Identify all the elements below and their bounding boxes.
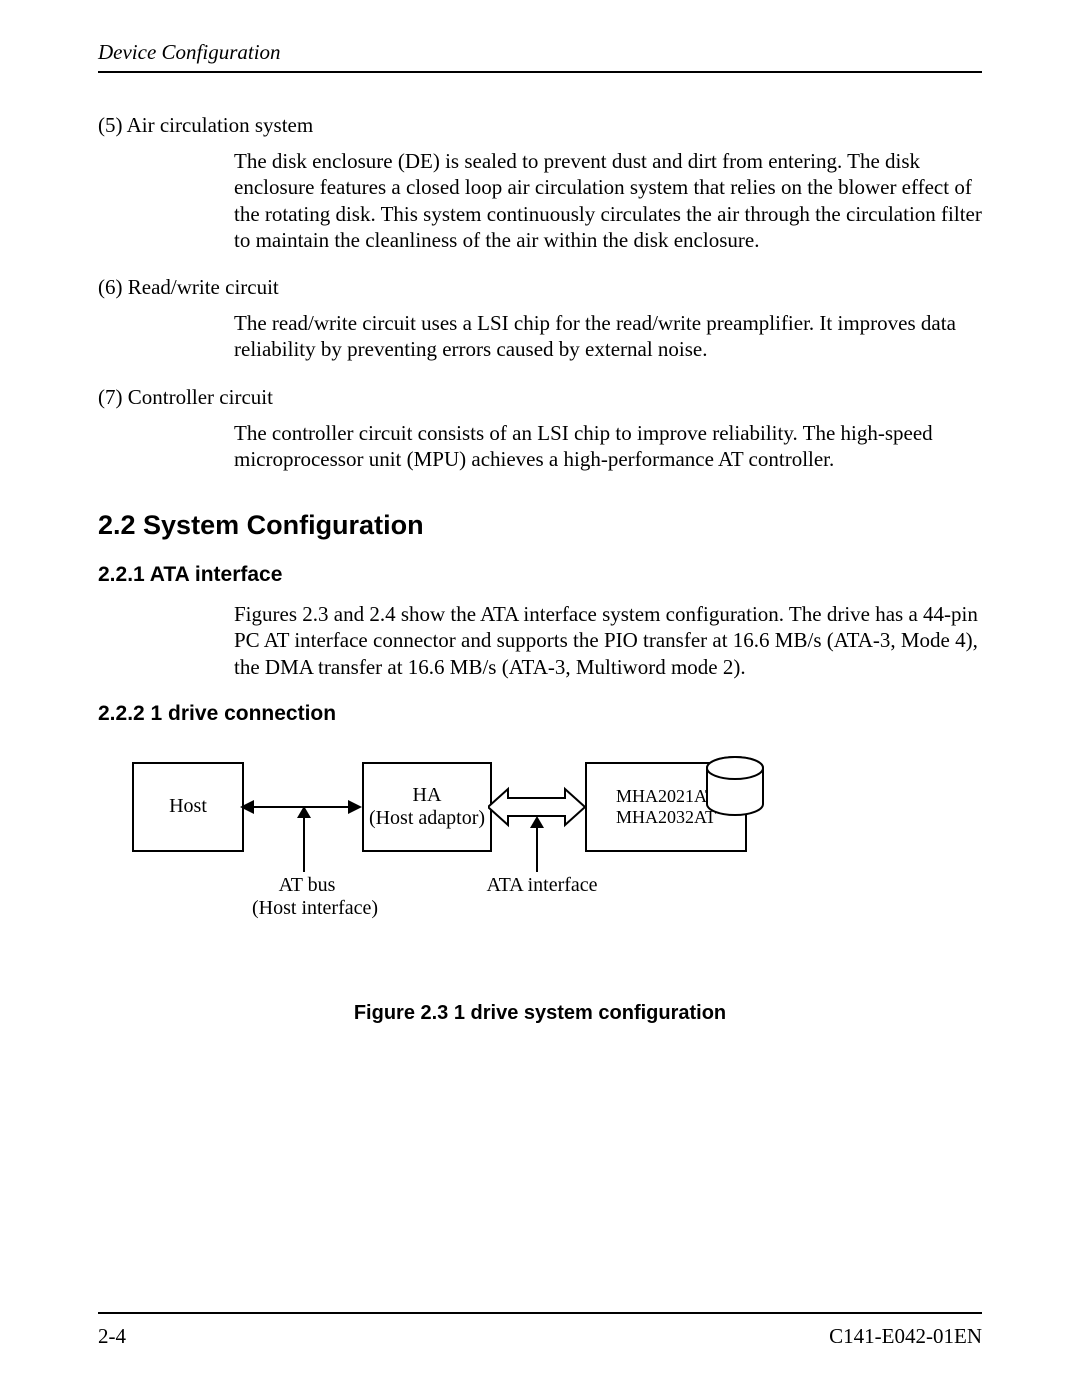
section-2-2-2-heading: 2.2.2 1 drive connection xyxy=(98,702,982,726)
host-box: Host xyxy=(132,762,244,852)
ataif-label: ATA interface xyxy=(482,874,602,897)
page-footer: 2-4 C141-E042-01EN xyxy=(98,1312,982,1349)
item-6-heading: (6) Read/write circuit xyxy=(98,275,982,300)
atbus-label-1: AT bus xyxy=(279,874,336,896)
doc-number: C141-E042-01EN xyxy=(829,1324,982,1349)
header-rule xyxy=(98,71,982,73)
ha-label-2: (Host adaptor) xyxy=(369,807,485,830)
atbus-label: AT bus (Host interface) xyxy=(252,874,362,920)
disk-icon xyxy=(695,754,775,834)
section-2-2-heading: 2.2 System Configuration xyxy=(98,510,982,541)
ha-box: HA (Host adaptor) xyxy=(362,762,492,852)
arrow-ataif-callout xyxy=(530,816,544,872)
arrow-atbus-callout xyxy=(297,806,311,872)
item-6-text: The read/write circuit uses a LSI chip f… xyxy=(234,310,982,363)
section-2-2-1-heading: 2.2.1 ATA interface xyxy=(98,563,982,587)
running-header: Device Configuration xyxy=(98,40,982,65)
page-number: 2-4 xyxy=(98,1324,126,1349)
item-5-heading: (5) Air circulation system xyxy=(98,113,982,138)
atbus-label-2: (Host interface) xyxy=(252,897,378,919)
item-7-heading: (7) Controller circuit xyxy=(98,385,982,410)
ha-label-1: HA xyxy=(413,784,442,807)
figure-2-3: Host HA (Host adaptor) MHA2021AT MHA2032… xyxy=(132,762,872,972)
figure-2-3-caption: Figure 2.3 1 drive system configuration xyxy=(98,1002,982,1025)
host-label: Host xyxy=(169,795,207,818)
item-5-text: The disk enclosure (DE) is sealed to pre… xyxy=(234,148,982,253)
footer-rule xyxy=(98,1312,982,1314)
section-2-2-1-text: Figures 2.3 and 2.4 show the ATA interfa… xyxy=(234,601,982,680)
item-7-text: The controller circuit consists of an LS… xyxy=(234,420,982,473)
